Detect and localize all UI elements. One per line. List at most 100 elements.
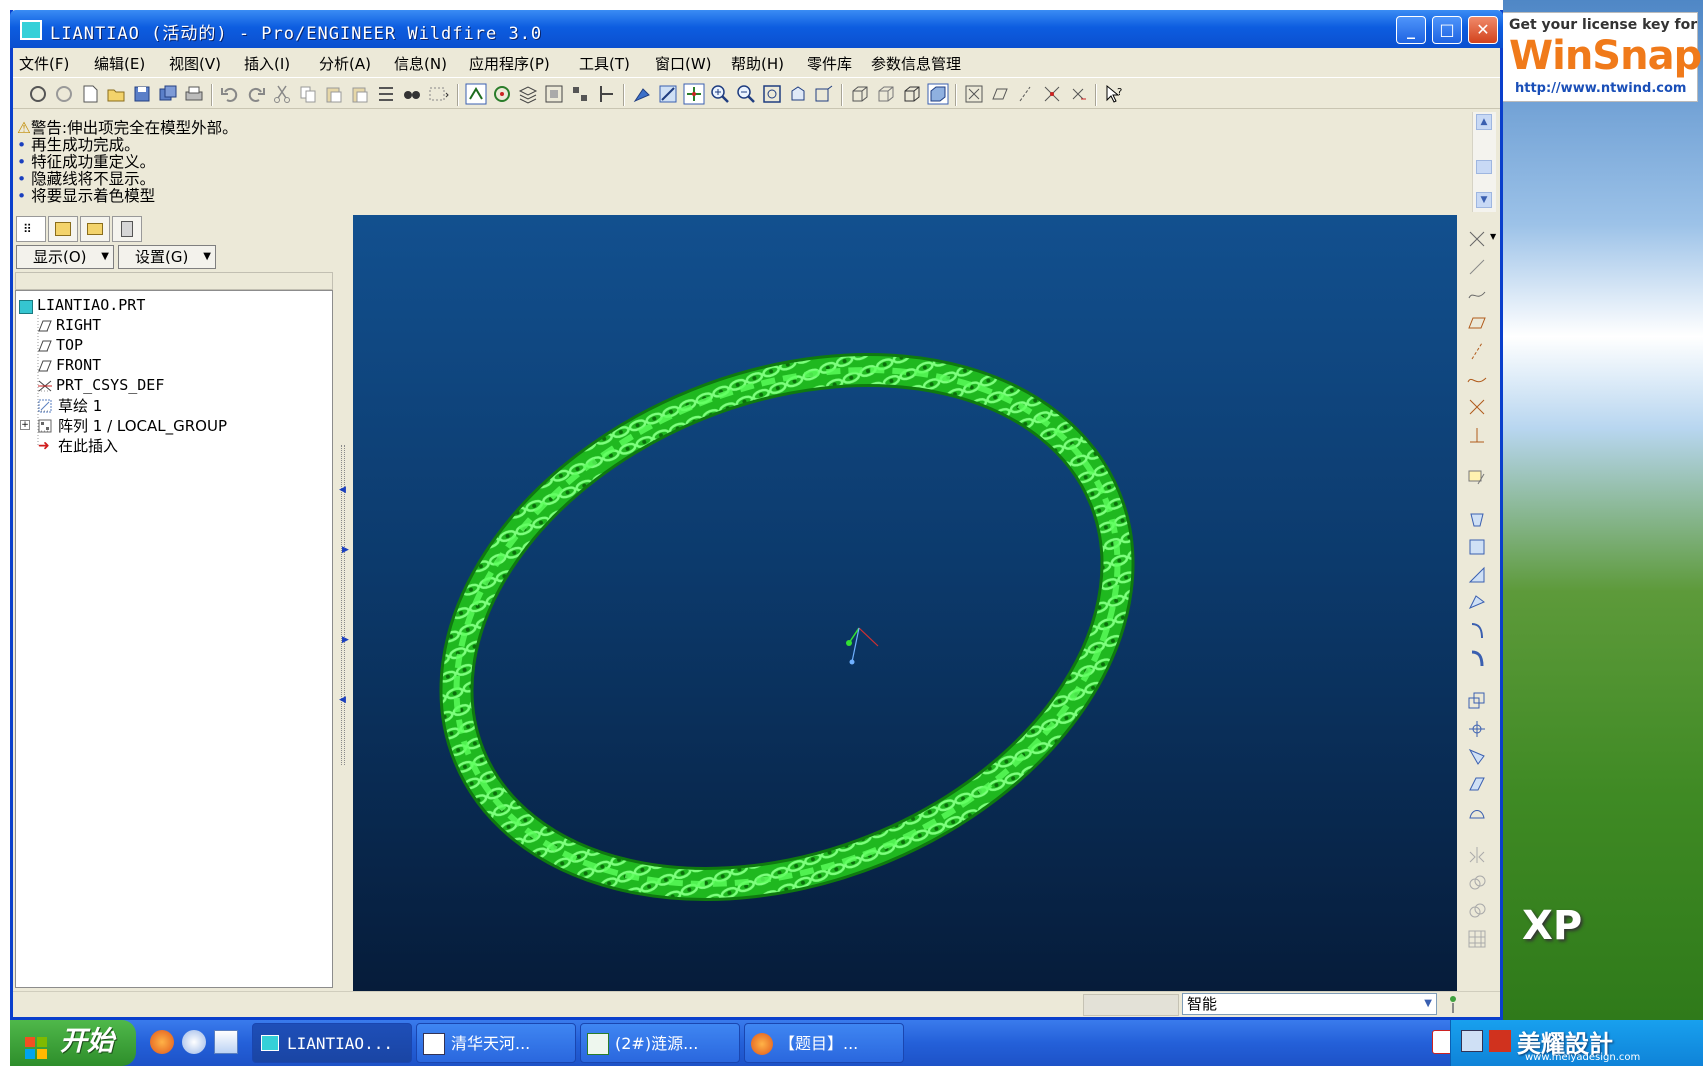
hole-tool-icon[interactable] xyxy=(1466,620,1488,642)
settings-dropdown[interactable]: 设置(G) ▼ xyxy=(118,245,216,269)
orient-icon[interactable] xyxy=(657,83,679,105)
pattern-tool-icon[interactable] xyxy=(1466,928,1488,950)
new-file-icon[interactable] xyxy=(79,83,101,105)
hidden-line-icon[interactable] xyxy=(875,83,897,105)
merge-tool-icon[interactable] xyxy=(1466,872,1488,894)
datum-axis-tool-icon[interactable] xyxy=(1466,256,1488,278)
select-box-icon[interactable] xyxy=(427,83,449,105)
tree-item-insert-here[interactable]: 在此插入 xyxy=(58,435,118,456)
show-dropdown[interactable]: 显示(O) ▼ xyxy=(16,245,114,269)
find-icon[interactable] xyxy=(401,83,423,105)
datum-axis-display-icon[interactable] xyxy=(465,83,487,105)
menu-tools[interactable]: 工具(T) xyxy=(579,53,630,74)
chamfer-tool-icon[interactable] xyxy=(1466,774,1488,796)
datum-plane-display-icon[interactable] xyxy=(963,83,985,105)
title-bar[interactable]: LIANTIAO (活动的) - Pro/ENGINEER Wildfire 3… xyxy=(10,10,1503,48)
menu-file[interactable]: 文件(F) xyxy=(19,53,69,74)
collapse-left-icon[interactable]: ◀ xyxy=(339,485,346,495)
datum-point-tool-icon[interactable] xyxy=(1466,228,1488,250)
antivirus-tray-icon[interactable] xyxy=(1489,1030,1511,1052)
open-file-icon[interactable] xyxy=(105,83,127,105)
message-scrollbar[interactable]: ▲ ▼ xyxy=(1472,112,1496,212)
menu-view[interactable]: 视图(V) xyxy=(169,53,221,74)
datum-planes-icon[interactable] xyxy=(569,83,591,105)
chevron-down-icon[interactable]: ▼ xyxy=(1490,232,1496,241)
datum-plane-tag-icon[interactable] xyxy=(989,83,1011,105)
firefox-quicklaunch-icon[interactable] xyxy=(150,1030,174,1054)
save-copy-icon[interactable] xyxy=(157,83,179,105)
zoom-in-icon[interactable] xyxy=(709,83,731,105)
paste-special-icon[interactable] xyxy=(349,83,371,105)
menu-part-library[interactable]: 零件库 xyxy=(807,53,852,74)
menu-analysis[interactable]: 分析(A) xyxy=(319,53,371,74)
csys-tool-icon[interactable] xyxy=(1466,424,1488,446)
tab-model-tree[interactable]: ⠿ xyxy=(16,216,46,242)
maximize-button[interactable]: □ xyxy=(1432,16,1462,44)
axis-tool-icon[interactable] xyxy=(1466,340,1488,362)
task-button-topic[interactable]: 【题目】... xyxy=(744,1023,904,1063)
collapse-left-icon[interactable]: ◀ xyxy=(339,695,346,705)
round-tool-icon[interactable] xyxy=(1466,746,1488,768)
point-tool-icon[interactable] xyxy=(1466,396,1488,418)
print-icon[interactable] xyxy=(183,83,205,105)
expand-icon[interactable]: + xyxy=(20,420,30,430)
close-button[interactable]: ✕ xyxy=(1468,16,1498,44)
tree-item-pattern[interactable]: 阵列 1 / LOCAL_GROUP xyxy=(58,415,227,436)
tree-item-top[interactable]: TOP xyxy=(56,336,83,354)
shell-tool-icon[interactable] xyxy=(1466,648,1488,670)
view-manager-icon[interactable] xyxy=(543,83,565,105)
regenerate-icon[interactable] xyxy=(53,83,75,105)
chain-ring[interactable] xyxy=(379,276,1195,978)
tree-item-csys[interactable]: PRT_CSYS_DEF xyxy=(56,376,164,394)
extrude-tool-icon[interactable] xyxy=(1466,508,1488,530)
selection-filter-dropdown[interactable]: 智能 ▼ xyxy=(1182,993,1437,1015)
reorient-icon[interactable] xyxy=(787,83,809,105)
datum-plane-tool-icon[interactable] xyxy=(1466,312,1488,334)
csys-tag-icon[interactable] xyxy=(1067,83,1089,105)
tab-folder-browser[interactable] xyxy=(48,216,78,242)
menu-help[interactable]: 帮助(H) xyxy=(731,53,784,74)
network-tray-icon[interactable] xyxy=(1461,1030,1483,1052)
regenerate-manager-icon[interactable] xyxy=(375,83,397,105)
mirror-tool-icon[interactable] xyxy=(1466,844,1488,866)
revolve-tool-icon[interactable] xyxy=(1466,536,1488,558)
wireframe-icon[interactable] xyxy=(849,83,871,105)
task-button-tsinghua[interactable]: 清华天河... xyxy=(416,1023,576,1063)
rib-tool-icon[interactable] xyxy=(1466,690,1488,712)
tab-connections[interactable] xyxy=(112,216,142,242)
expand-right-icon[interactable]: ▶ xyxy=(342,635,349,645)
copy-icon[interactable] xyxy=(297,83,319,105)
menu-insert[interactable]: 插入(I) xyxy=(244,53,290,74)
refit-icon[interactable] xyxy=(761,83,783,105)
zoom-out-icon[interactable] xyxy=(735,83,757,105)
menu-window[interactable]: 窗口(W) xyxy=(655,53,712,74)
tree-item-sketch[interactable]: 草绘 1 xyxy=(58,395,102,416)
paste-icon[interactable] xyxy=(323,83,345,105)
blend-tool-icon[interactable] xyxy=(1466,592,1488,614)
menu-info[interactable]: 信息(N) xyxy=(394,53,447,74)
csys-display-icon[interactable] xyxy=(683,83,705,105)
datum-axes-icon[interactable] xyxy=(595,83,617,105)
undo-icon[interactable] xyxy=(219,83,241,105)
shading-icon[interactable] xyxy=(927,83,949,105)
scroll-down-icon[interactable]: ▼ xyxy=(1476,192,1492,208)
layers-icon[interactable] xyxy=(517,83,539,105)
scroll-thumb[interactable] xyxy=(1476,160,1492,174)
traffic-light-icon[interactable] xyxy=(1448,993,1458,1015)
spin-center-icon[interactable] xyxy=(491,83,513,105)
datum-curve-tool-icon[interactable] xyxy=(1466,284,1488,306)
menu-applications[interactable]: 应用程序(P) xyxy=(469,53,550,74)
saved-views-icon[interactable] xyxy=(813,83,835,105)
datum-point-tag-icon[interactable] xyxy=(1041,83,1063,105)
tree-item-front[interactable]: FRONT xyxy=(56,356,101,374)
variable-sweep-icon[interactable] xyxy=(1466,564,1488,586)
no-hidden-icon[interactable] xyxy=(901,83,923,105)
cut-icon[interactable] xyxy=(271,83,293,105)
minimize-button[interactable]: _ xyxy=(1396,16,1426,44)
menu-edit[interactable]: 编辑(E) xyxy=(94,53,145,74)
expand-right-icon[interactable]: ▶ xyxy=(342,545,349,555)
winsnap-banner[interactable]: Get your license key for WinSnap http://… xyxy=(1498,12,1702,102)
curve-tool-icon[interactable] xyxy=(1466,368,1488,390)
sketch-tool-icon[interactable] xyxy=(1466,466,1488,488)
menu-param-info[interactable]: 参数信息管理 xyxy=(871,53,961,74)
